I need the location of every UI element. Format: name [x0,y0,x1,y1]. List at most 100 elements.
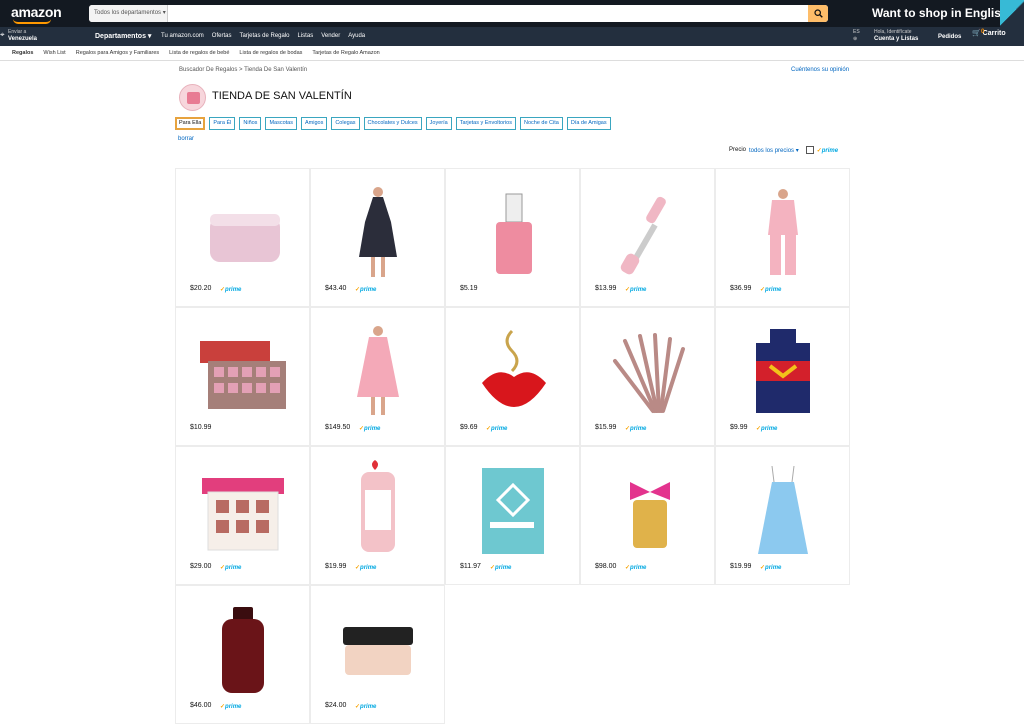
prime-text: prime [630,565,647,571]
search-input[interactable] [169,5,808,22]
product-image[interactable] [190,457,297,562]
product-price: $15.99 [595,424,617,431]
chip-para-ella[interactable]: Para Ella [175,117,206,130]
product-price: $13.99 [595,285,617,292]
product-card[interactable]: $149.50 ✓prime [310,307,445,446]
search-button[interactable] [808,5,828,22]
product-image[interactable] [190,596,297,701]
product-thumbnail [496,193,532,274]
prime-badge: ✓prime [625,286,646,293]
subnav-item[interactable]: Lista de regalos de bebé [169,50,229,56]
product-image[interactable] [460,457,567,562]
page-title: TIENDA DE SAN VALENTÍN [212,90,352,102]
product-thumbnail [222,606,264,693]
clear-filters-link[interactable]: borrar [178,136,194,142]
product-card[interactable]: $19.99 ✓prime [715,446,850,585]
search-icon [813,9,823,18]
subnav-item[interactable]: Wish List [43,50,65,56]
feedback-link[interactable]: Cuéntenos su opinión [791,67,849,73]
product-price: $5.19 [460,285,478,292]
product-image[interactable] [730,318,837,423]
product-image[interactable] [595,179,702,284]
product-image[interactable] [325,179,432,284]
cart-button[interactable]: 🛒 0 Carrito [972,29,1006,37]
product-image[interactable] [730,179,837,284]
chip-colegas[interactable]: Colegas [331,117,360,130]
prime-text: prime [491,426,508,432]
product-card[interactable]: $9.69 ✓prime [445,307,580,446]
chip-tarjetas[interactable]: Tarjetas y Envoltorios [455,117,516,130]
chip-mascotas[interactable]: Mascotas [265,117,297,130]
product-card[interactable]: $10.99 [175,307,310,446]
product-card[interactable]: $15.99 ✓prime [580,307,715,446]
deliver-to[interactable]: Enviar a Venezuela [8,29,37,43]
account-menu[interactable]: Hola, Identifícate Cuenta y Listas [874,29,918,43]
breadcrumb[interactable]: Buscador De Regalos > Tienda De San Vale… [179,67,307,73]
product-card[interactable]: $36.99 ✓prime [715,168,850,307]
product-image[interactable] [325,596,432,701]
nav-link[interactable]: Vender [321,33,340,39]
orders-link[interactable]: Pedidos [938,34,961,40]
subnav-item[interactable]: Regalos [12,50,33,56]
product-image[interactable] [730,457,837,562]
product-price: $11.97 [460,563,481,570]
nav-link[interactable]: Listas [298,33,314,39]
product-card[interactable]: $11.97 ✓prime [445,446,580,585]
nav-link[interactable]: Tarjetas de Regalo [239,33,289,39]
prime-text: prime [761,426,778,432]
product-image[interactable] [190,318,297,423]
product-card[interactable]: $24.00 ✓prime [310,585,445,724]
product-card[interactable]: $29.00 ✓prime [175,446,310,585]
prime-text: prime [360,565,377,571]
chip-noche-de-cita[interactable]: Noche de Cita [519,117,563,130]
product-card[interactable]: $5.19 [445,168,580,307]
chip-ninos[interactable]: Niños [239,117,262,130]
product-price: $43.40 [325,285,347,292]
chip-joyeria[interactable]: Joyería [425,117,452,130]
subnav-item[interactable]: Lista de regalos de bodas [239,50,302,56]
prime-badge: ✓prime [220,703,241,710]
prime-text: prime [495,565,512,571]
english-promo[interactable]: Want to shop in English? [872,6,1016,20]
product-thumbnail [613,332,685,413]
product-image[interactable] [325,318,432,423]
product-image[interactable] [460,318,567,423]
chip-dia-de-amigas[interactable]: Día de Amigas [566,117,611,130]
product-image[interactable] [190,179,297,284]
nav-link[interactable]: Ayuda [348,33,365,39]
chip-chocolates[interactable]: Chocolates y Dulces [363,117,422,130]
product-card[interactable]: $9.99 ✓prime [715,307,850,446]
product-price: $46.00 [190,702,212,709]
product-image[interactable] [460,179,567,284]
product-image[interactable] [595,457,702,562]
top-header: amazon Todos los departamentos ▾ Want to… [0,0,1024,27]
product-price: $29.00 [190,563,212,570]
store-icon [179,84,206,111]
product-card[interactable]: $98.00 ✓prime [580,446,715,585]
chip-para-el[interactable]: Para Él [209,117,236,130]
prime-checkbox[interactable] [805,146,814,154]
nav-link[interactable]: Tu amazon.com [161,33,204,39]
product-image[interactable] [325,457,432,562]
departments-menu[interactable]: Departamentos ▾ [95,32,151,40]
account-label: Cuenta y Listas [874,36,919,42]
amazon-logo[interactable]: amazon [11,4,62,24]
nav-link[interactable]: Ofertas [212,33,232,39]
product-image[interactable] [595,318,702,423]
search-department-dropdown[interactable]: Todos los departamentos ▾ [89,5,168,22]
price-dropdown[interactable]: todos los precios ▾ [749,147,799,154]
product-card[interactable]: $13.99 ✓prime [580,168,715,307]
product-price: $19.99 [730,563,752,570]
product-card[interactable]: $20.20 ✓prime [175,168,310,307]
subnav-item[interactable]: Regalos para Amigos y Familiares [76,50,159,56]
language-selector[interactable]: ES ⊕ [853,29,860,43]
product-card[interactable]: $43.40 ✓prime [310,168,445,307]
cart-icon: 🛒 [972,30,981,37]
product-thumbnail [768,188,798,275]
chip-amigos[interactable]: Amigos [300,117,328,130]
subnav-item[interactable]: Tarjetas de Regalo Amazon [312,50,379,56]
product-card[interactable]: $19.99 ✓prime [310,446,445,585]
cart-count: 0 [981,29,985,35]
product-card[interactable]: $46.00 ✓prime [175,585,310,724]
search-department-label: Todos los departamentos [94,10,162,16]
